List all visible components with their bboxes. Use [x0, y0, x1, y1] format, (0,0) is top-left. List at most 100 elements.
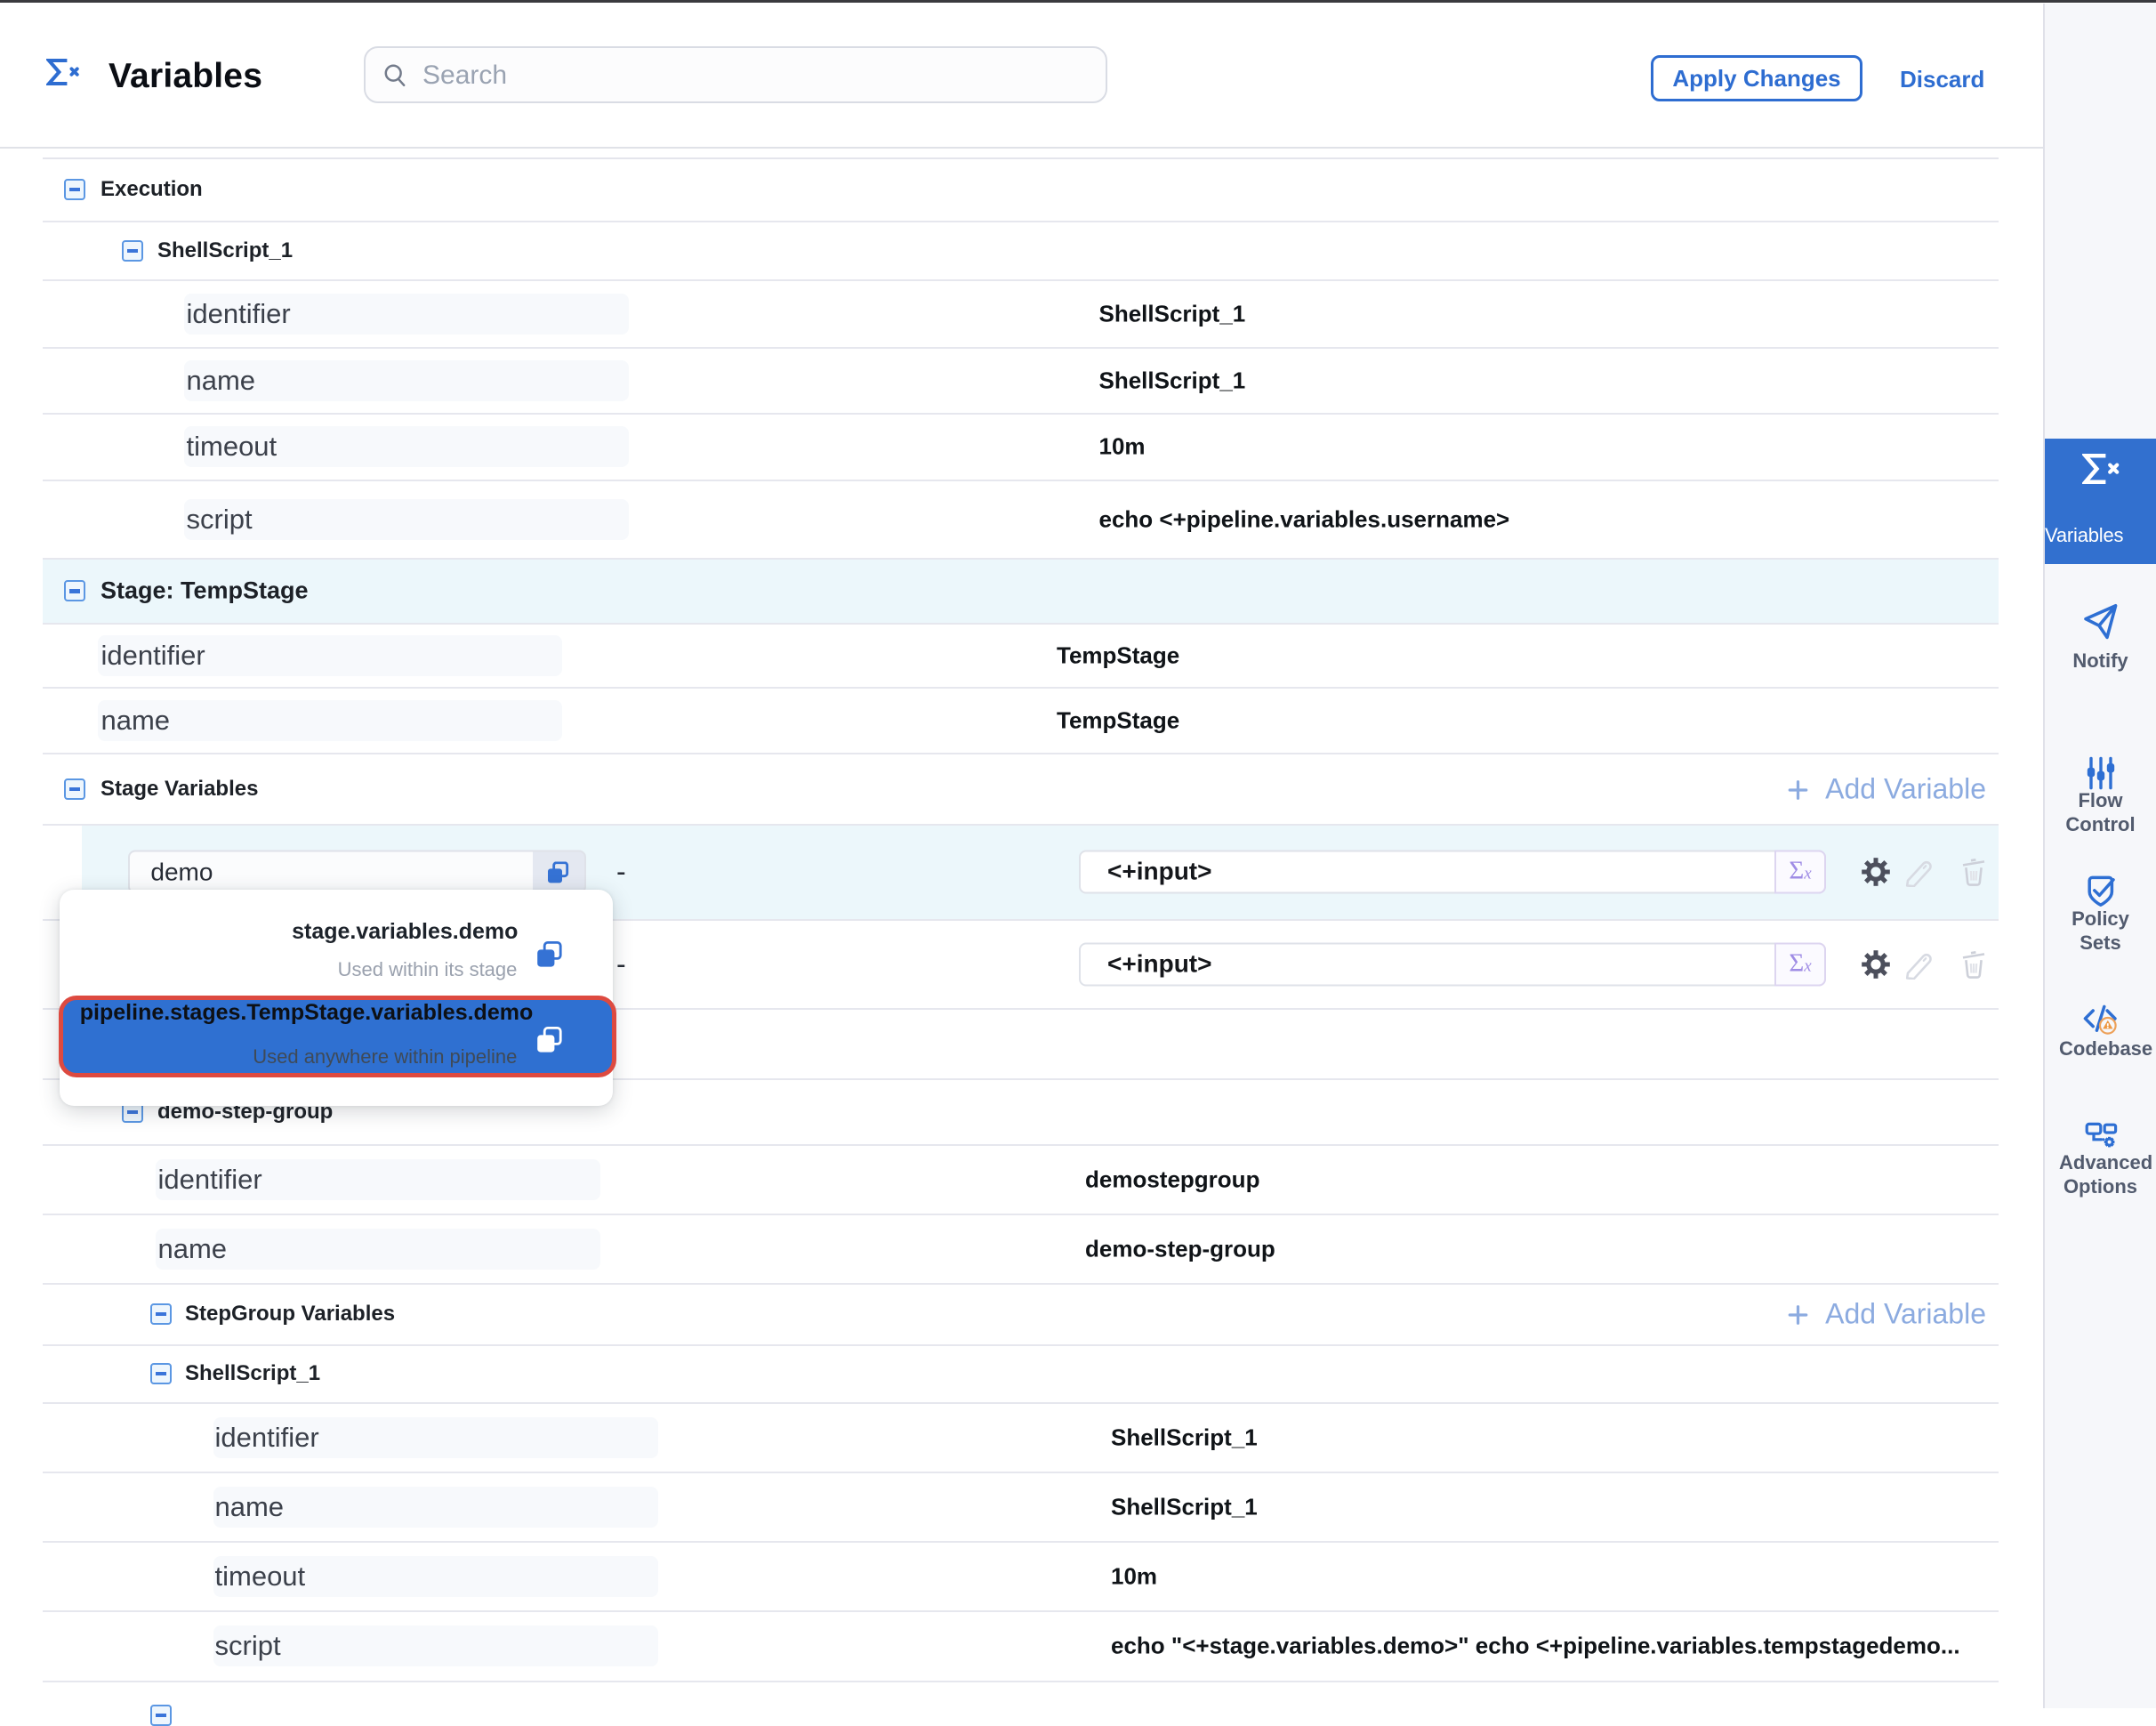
rail-label: Policy Sets	[2045, 907, 2156, 956]
variable-value-input[interactable]: <+input> Σx	[1079, 851, 1826, 894]
expression-toggle-icon[interactable]: Σx	[1774, 851, 1827, 894]
field-row-identifier: identifier ShellScript_1	[43, 1404, 1999, 1474]
add-variable-label: Add Variable	[1825, 772, 1986, 804]
field-value: 10m	[1111, 1563, 1157, 1591]
field-row-name: name ShellScript_1	[43, 349, 1999, 415]
add-variable-label: Add Variable	[1825, 1298, 1986, 1330]
apply-changes-button[interactable]: Apply Changes	[1651, 55, 1862, 101]
tree-row-partial[interactable]	[43, 1682, 1999, 1707]
field-row-script: script echo <+pipeline.variables.usernam…	[43, 481, 1999, 560]
codebase-code-icon	[2045, 1002, 2156, 1037]
field-label: name	[215, 1491, 285, 1523]
field-row-name: name ShellScript_1	[43, 1473, 1999, 1543]
expression-option-scope: Used within its stage	[338, 958, 518, 981]
expression-popup: stage.variables.demo Used within its sta…	[60, 890, 613, 1106]
tree-row-execution[interactable]: Execution	[43, 159, 1999, 222]
edit-pencil-icon[interactable]	[1903, 949, 1933, 980]
variables-sigma-icon-white	[2082, 454, 2120, 484]
right-rail: Variables Notify Flow Control Policy Set…	[2043, 4, 2156, 1708]
window-top-strip	[0, 0, 2156, 3]
field-value: 10m	[1099, 433, 1146, 461]
collapse-icon[interactable]	[64, 580, 85, 601]
field-value: TempStage	[1057, 641, 1179, 669]
tree-row-stage-variables[interactable]: Stage Variables Add Variable	[43, 754, 1999, 826]
add-variable-button[interactable]: Add Variable	[1788, 1298, 1986, 1331]
expression-option-label[interactable]: pipeline.stages.TempStage.variables.demo	[80, 1000, 533, 1026]
expression-option-highlighted[interactable]: pipeline.stages.TempStage.variables.demo…	[59, 996, 616, 1077]
field-value: demo-step-group	[1085, 1236, 1275, 1263]
rail-label: Variables	[2045, 524, 2156, 547]
field-label: identifier	[101, 640, 205, 672]
add-variable-button[interactable]: Add Variable	[1788, 772, 1986, 805]
collapse-icon[interactable]	[150, 1705, 172, 1726]
field-label: name	[187, 365, 256, 397]
field-label: timeout	[187, 431, 278, 463]
copy-button[interactable]	[533, 851, 586, 894]
discard-button[interactable]: Discard	[1900, 66, 1984, 93]
rail-item-policy-sets[interactable]: Policy Sets	[2045, 874, 2156, 956]
expression-option-label[interactable]: stage.variables.demo	[292, 919, 518, 945]
group-label: ShellScript_1	[157, 238, 293, 263]
field-value: ShellScript_1	[1099, 300, 1246, 327]
expression-option-scope: Used anywhere within pipeline	[253, 1045, 517, 1069]
expression-toggle-icon[interactable]: Σx	[1774, 942, 1827, 986]
field-label: script	[215, 1630, 281, 1662]
collapse-icon[interactable]	[64, 778, 85, 800]
required-separator: -	[616, 948, 626, 980]
variable-value: <+input>	[1107, 858, 1211, 886]
group-label: Execution	[101, 177, 203, 202]
page-title: Variables	[109, 57, 262, 96]
tree-row-stepgroup-variables[interactable]: StepGroup Variables Add Variable	[43, 1285, 1999, 1346]
search-input[interactable]: Search	[364, 46, 1107, 103]
field-row-timeout: timeout 10m	[43, 1543, 1999, 1612]
field-value: ShellScript_1	[1099, 367, 1246, 394]
field-value: ShellScript_1	[1111, 1494, 1258, 1521]
rail-item-codebase[interactable]: Codebase	[2045, 1002, 2156, 1061]
field-label: identifier	[187, 298, 291, 330]
collapse-icon[interactable]	[64, 179, 85, 200]
edit-pencil-icon[interactable]	[1903, 857, 1933, 887]
variable-value-input[interactable]: <+input> Σx	[1079, 942, 1826, 986]
delete-trash-icon[interactable]	[1961, 950, 1986, 979]
copy-icon[interactable]	[536, 941, 563, 968]
settings-gear-icon[interactable]	[1861, 949, 1891, 980]
collapse-icon[interactable]	[150, 1303, 172, 1325]
sigma-icon: Σ	[1789, 948, 1804, 977]
notify-send-icon	[2045, 603, 2156, 641]
collapse-icon[interactable]	[150, 1363, 172, 1384]
field-label: timeout	[215, 1561, 306, 1593]
group-label: StepGroup Variables	[185, 1302, 395, 1327]
variable-name-input[interactable]: demo	[128, 851, 535, 894]
field-row-script: script echo "<+stage.variables.demo>" ec…	[43, 1612, 1999, 1682]
rail-label: Flow Control	[2045, 788, 2156, 837]
search-icon	[383, 63, 408, 88]
flow-control-sliders-icon	[2045, 756, 2156, 790]
sigma-x-label: x	[1804, 956, 1811, 975]
tree-row-shellscript-nested[interactable]: ShellScript_1	[43, 1346, 1999, 1404]
variables-sigma-icon	[46, 59, 80, 85]
tree-row-stage[interactable]: Stage: TempStage	[43, 560, 1999, 625]
field-row-name: name TempStage	[43, 689, 1999, 754]
rail-item-notify[interactable]: Notify	[2045, 603, 2156, 673]
plus-icon	[1788, 779, 1808, 800]
copy-icon-white[interactable]	[536, 1027, 563, 1053]
field-value: TempStage	[1057, 706, 1179, 734]
policy-sets-shield-icon	[2045, 874, 2156, 909]
rail-item-variables-selected[interactable]: Variables	[2045, 439, 2156, 564]
sigma-x-label: x	[1804, 865, 1811, 883]
field-value: ShellScript_1	[1111, 1424, 1258, 1452]
field-row-identifier: identifier ShellScript_1	[43, 281, 1999, 349]
plus-icon	[1788, 1305, 1808, 1326]
field-value: demostepgroup	[1085, 1166, 1259, 1194]
rail-item-advanced-options[interactable]: Advanced Options	[2045, 1117, 2156, 1199]
field-label: name	[101, 705, 171, 737]
tree-row-shellscript[interactable]: ShellScript_1	[43, 222, 1999, 281]
field-row-timeout: timeout 10m	[43, 415, 1999, 481]
rail-label: Codebase	[2045, 1036, 2156, 1061]
rail-item-flow-control[interactable]: Flow Control	[2045, 756, 2156, 837]
variable-name: demo	[150, 859, 213, 887]
settings-gear-icon[interactable]	[1861, 857, 1891, 887]
delete-trash-icon[interactable]	[1961, 858, 1986, 886]
collapse-icon[interactable]	[122, 240, 143, 262]
field-row-name: name demo-step-group	[43, 1215, 1999, 1285]
